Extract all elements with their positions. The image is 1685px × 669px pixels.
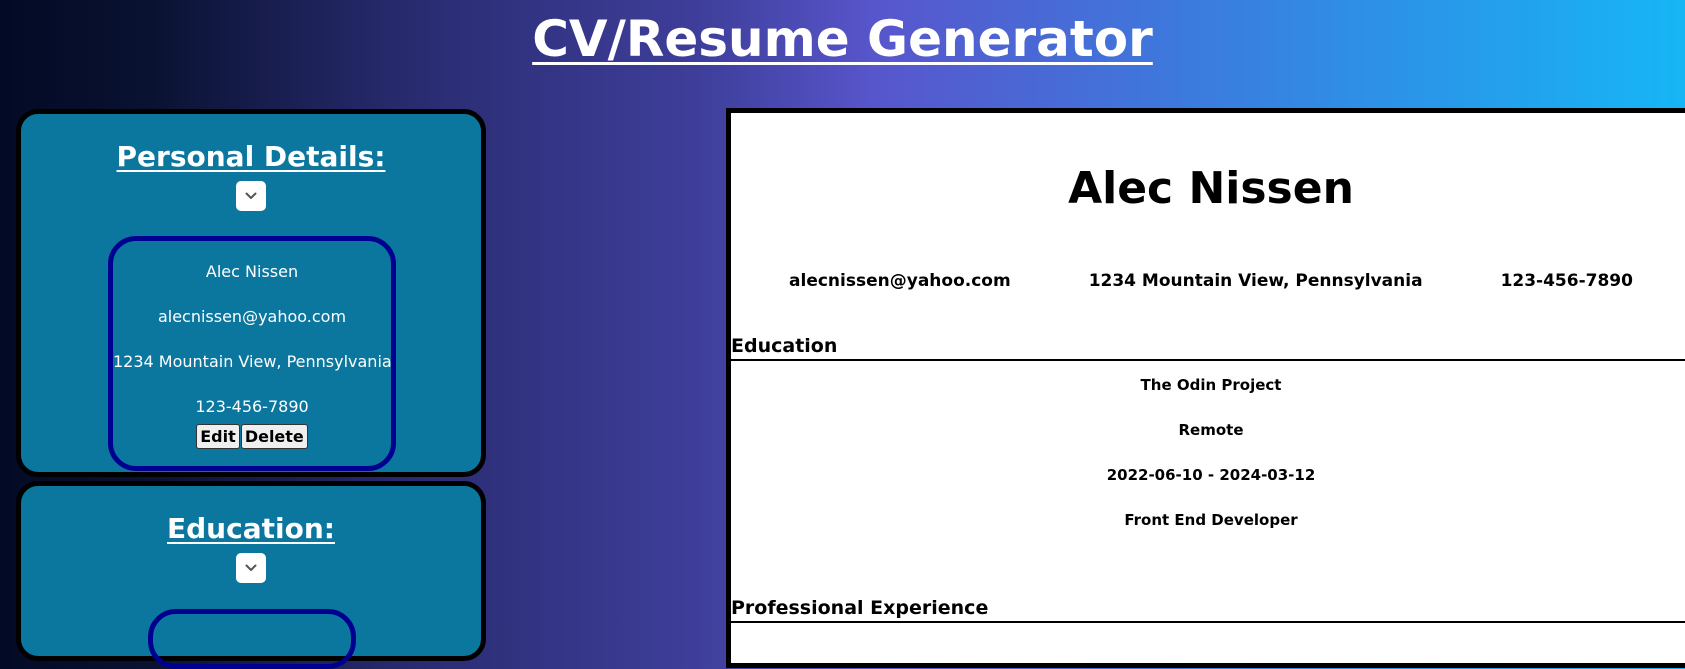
- card-name: Alec Nissen: [205, 262, 299, 281]
- education-school: The Odin Project: [1140, 376, 1282, 394]
- card-address: 1234 Mountain View, Pennsylvania: [113, 352, 392, 371]
- card-email: alecnissen@yahoo.com: [157, 307, 347, 326]
- card-phone: 123-456-7890: [195, 397, 309, 416]
- chevron-down-icon: [236, 192, 266, 200]
- edit-button[interactable]: Edit: [196, 424, 240, 449]
- resume-experience-heading: Professional Experience: [731, 597, 1685, 623]
- resume-education-heading: Education: [731, 335, 1685, 361]
- education-title: Front End Developer: [1124, 511, 1298, 529]
- personal-details-panel: Personal Details: Alec Nissen alecnissen…: [16, 109, 486, 477]
- education-heading: Education:: [167, 512, 335, 545]
- education-toggle-button[interactable]: [236, 553, 266, 583]
- education-panel: Education:: [16, 481, 486, 669]
- chevron-down-icon: [236, 564, 266, 572]
- education-card: [148, 609, 356, 669]
- resume-contact-row: alecnissen@yahoo.com 1234 Mountain View,…: [731, 271, 1685, 291]
- resume-name: Alec Nissen: [1068, 163, 1354, 214]
- personal-details-heading: Personal Details:: [116, 140, 386, 173]
- personal-details-toggle-button[interactable]: [236, 181, 266, 211]
- resume-address: 1234 Mountain View, Pennsylvania: [1088, 271, 1423, 291]
- education-location: Remote: [1178, 421, 1244, 439]
- resume-education-entry: The Odin Project Remote 2022-06-10 - 202…: [731, 375, 1685, 555]
- delete-button[interactable]: Delete: [240, 424, 308, 449]
- personal-details-card: Alec Nissen alecnissen@yahoo.com 1234 Mo…: [108, 236, 396, 471]
- resume-email: alecnissen@yahoo.com: [789, 271, 1011, 291]
- card-actions: Edit Delete: [113, 424, 391, 449]
- education-dates: 2022-06-10 - 2024-03-12: [1106, 466, 1316, 484]
- resume-preview: Alec Nissen alecnissen@yahoo.com 1234 Mo…: [726, 108, 1685, 668]
- app-title: CV/Resume Generator: [532, 10, 1153, 68]
- resume-phone: 123-456-7890: [1500, 271, 1633, 291]
